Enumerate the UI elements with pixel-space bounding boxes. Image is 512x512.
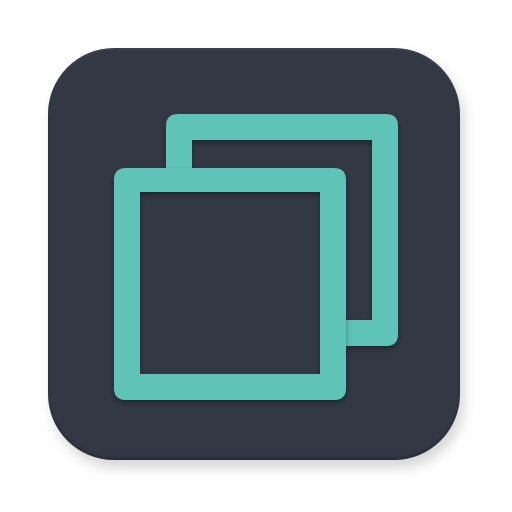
front-square [114, 168, 346, 400]
app-icon [0, 0, 512, 512]
back-square [166, 114, 398, 346]
duplicate-copy-icon [114, 114, 398, 400]
